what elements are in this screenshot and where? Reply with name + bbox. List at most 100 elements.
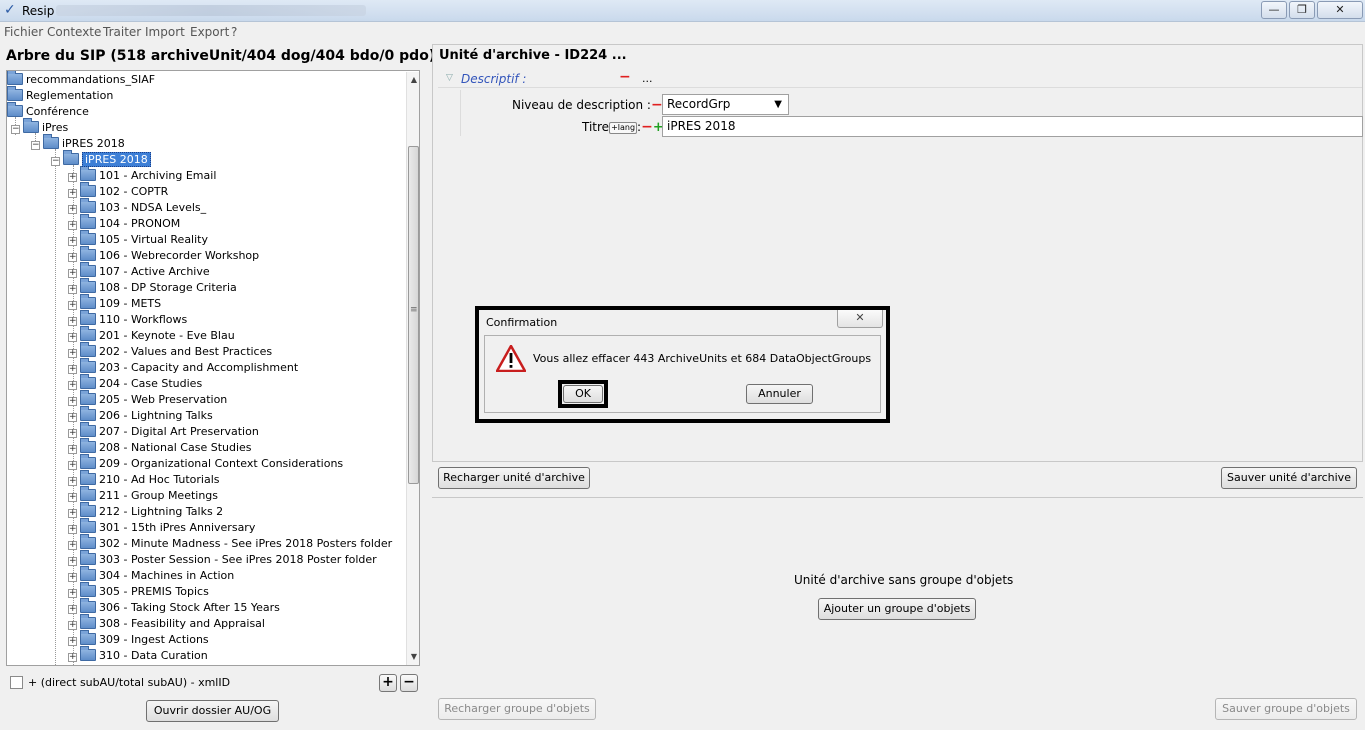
tree-node[interactable]: +208 - National Case Studies [68,438,252,456]
tree-node[interactable]: +302 - Minute Madness - See iPres 2018 P… [68,534,392,552]
expand-icon[interactable]: + [68,605,77,614]
remove-titre-icon[interactable]: − [641,119,653,135]
menu-fichier[interactable]: Fichier [4,25,43,39]
reload-archive-unit-button[interactable]: Recharger unité d'archive [438,467,590,489]
tree-node[interactable]: − iPRES 2018 [51,150,151,168]
tree-node[interactable]: +205 - Web Preservation [68,390,227,408]
tree-node[interactable]: +212 - Lightning Talks 2 [68,502,223,520]
expand-icon[interactable]: + [68,205,77,214]
titre-input[interactable]: iPRES 2018 [662,116,1363,137]
expand-icon[interactable]: + [68,621,77,630]
tree-node[interactable]: +301 - 15th iPres Anniversary [68,518,255,536]
scroll-up-arrow-icon[interactable]: ▲ [409,75,419,84]
expand-icon[interactable]: + [68,477,77,486]
display-option-checkbox[interactable] [10,676,23,689]
expand-icon[interactable]: + [68,317,77,326]
remove-descriptif-icon[interactable]: − [619,69,631,85]
minimize-button[interactable]: — [1261,1,1287,19]
dialog-close-button[interactable]: ✕ [837,310,883,328]
close-window-button[interactable]: ✕ [1317,1,1363,19]
tree-node[interactable]: recommandations_SIAF [7,71,155,88]
tree-node[interactable]: +310 - Data Curation [68,646,208,664]
tree-node[interactable]: Reglementation [7,86,113,104]
expand-icon[interactable]: + [68,333,77,342]
tree-node[interactable]: +201 - Keynote - Eve Blau [68,326,235,344]
tree-node[interactable]: +303 - Poster Session - See iPres 2018 P… [68,550,377,568]
tree-node[interactable]: +105 - Virtual Reality [68,230,208,248]
add-node-button[interactable]: + [379,674,397,692]
tree-node[interactable]: +103 - NDSA Levels_ [68,198,206,216]
menu-traiter[interactable]: Traiter [103,25,141,39]
collapse-icon[interactable]: − [11,125,20,134]
save-object-group-button[interactable]: Sauver groupe d'objets [1215,698,1357,720]
tree-node[interactable]: +309 - Ingest Actions [68,630,209,648]
expand-icon[interactable]: + [68,221,77,230]
expand-icon[interactable]: + [68,589,77,598]
ok-button[interactable]: OK [563,385,603,403]
tree-node[interactable]: Conférence [7,102,89,120]
chevron-down-icon[interactable]: ▼ [774,95,782,114]
tree-node[interactable]: +104 - PRONOM [68,214,180,232]
tree-node[interactable]: +210 - Ad Hoc Tutorials [68,470,219,488]
expand-icon[interactable]: + [68,461,77,470]
descriptif-section-header[interactable]: ▽ Descriptif : − ... [438,69,1362,88]
expand-icon[interactable]: + [68,445,77,454]
tree-node[interactable]: +304 - Machines in Action [68,566,234,584]
tree-node[interactable]: +106 - Webrecorder Workshop [68,246,259,264]
scroll-down-arrow-icon[interactable]: ▼ [409,652,419,661]
tree-node[interactable]: +202 - Values and Best Practices [68,342,272,360]
reload-object-group-button[interactable]: Recharger groupe d'objets [438,698,596,720]
remove-niveau-icon[interactable]: − [651,97,663,113]
scrollbar-thumb[interactable] [408,146,419,484]
collapse-triangle-icon[interactable]: ▽ [446,73,453,83]
expand-icon[interactable]: + [68,365,77,374]
cancel-button[interactable]: Annuler [746,384,813,404]
tree-node[interactable]: +211 - Group Meetings [68,486,218,504]
tree-node[interactable]: +207 - Digital Art Preservation [68,422,259,440]
expand-icon[interactable]: + [68,237,77,246]
expand-icon[interactable]: + [68,653,77,662]
menu-help[interactable]: ? [231,25,237,39]
expand-icon[interactable]: + [68,429,77,438]
expand-icon[interactable]: + [68,269,77,278]
expand-icon[interactable]: + [68,253,77,262]
tree-node[interactable]: +206 - Lightning Talks [68,406,213,424]
tree-node[interactable]: +108 - DP Storage Criteria [68,278,237,296]
tree-node[interactable]: +308 - Feasibility and Appraisal [68,614,265,632]
descriptif-more[interactable]: ... [642,72,653,85]
expand-icon[interactable]: + [68,285,77,294]
add-object-group-button[interactable]: Ajouter un groupe d'objets [818,598,976,620]
remove-node-button[interactable]: − [400,674,418,692]
expand-icon[interactable]: + [68,173,77,182]
expand-icon[interactable]: + [68,509,77,518]
expand-icon[interactable]: + [68,349,77,358]
tree-node[interactable]: +209 - Organizational Context Considerat… [68,454,343,472]
maximize-button[interactable]: ❐ [1289,1,1315,19]
save-archive-unit-button[interactable]: Sauver unité d'archive [1221,467,1357,489]
expand-icon[interactable]: + [68,541,77,550]
tree-node[interactable]: − iPres [11,118,68,136]
tree-node[interactable]: +107 - Active Archive [68,262,210,280]
niveau-select[interactable]: RecordGrp ▼ [662,94,789,115]
tree-node[interactable]: − iPRES 2018 [31,134,125,152]
collapse-icon[interactable]: − [31,141,40,150]
expand-icon[interactable]: + [68,397,77,406]
tree-node[interactable]: +109 - METS [68,294,161,312]
tree-node[interactable]: +305 - PREMIS Topics [68,582,209,600]
menu-import[interactable]: Import [145,25,185,39]
tree-node[interactable]: +306 - Taking Stock After 15 Years [68,598,280,616]
tree-vertical-scrollbar[interactable]: ▲ ≡ ▼ [406,72,419,665]
add-lang-button[interactable]: +lang [609,122,638,134]
tree-node[interactable]: +204 - Case Studies [68,374,202,392]
expand-icon[interactable]: + [68,381,77,390]
expand-icon[interactable]: + [68,557,77,566]
expand-icon[interactable]: + [68,413,77,422]
tree-display-option[interactable]: + (direct subAU/total subAU) - xmlID [10,676,230,689]
sip-tree[interactable]: +310 - Data Curation +309 - Ingest Action… [6,70,420,666]
expand-icon[interactable]: + [68,637,77,646]
tree-node[interactable]: +110 - Workflows [68,310,187,328]
expand-icon[interactable]: + [68,493,77,502]
tree-node[interactable]: +101 - Archiving Email [68,166,216,184]
menu-contexte[interactable]: Contexte [47,25,101,39]
tree-node[interactable]: +203 - Capacity and Accomplishment [68,358,298,376]
